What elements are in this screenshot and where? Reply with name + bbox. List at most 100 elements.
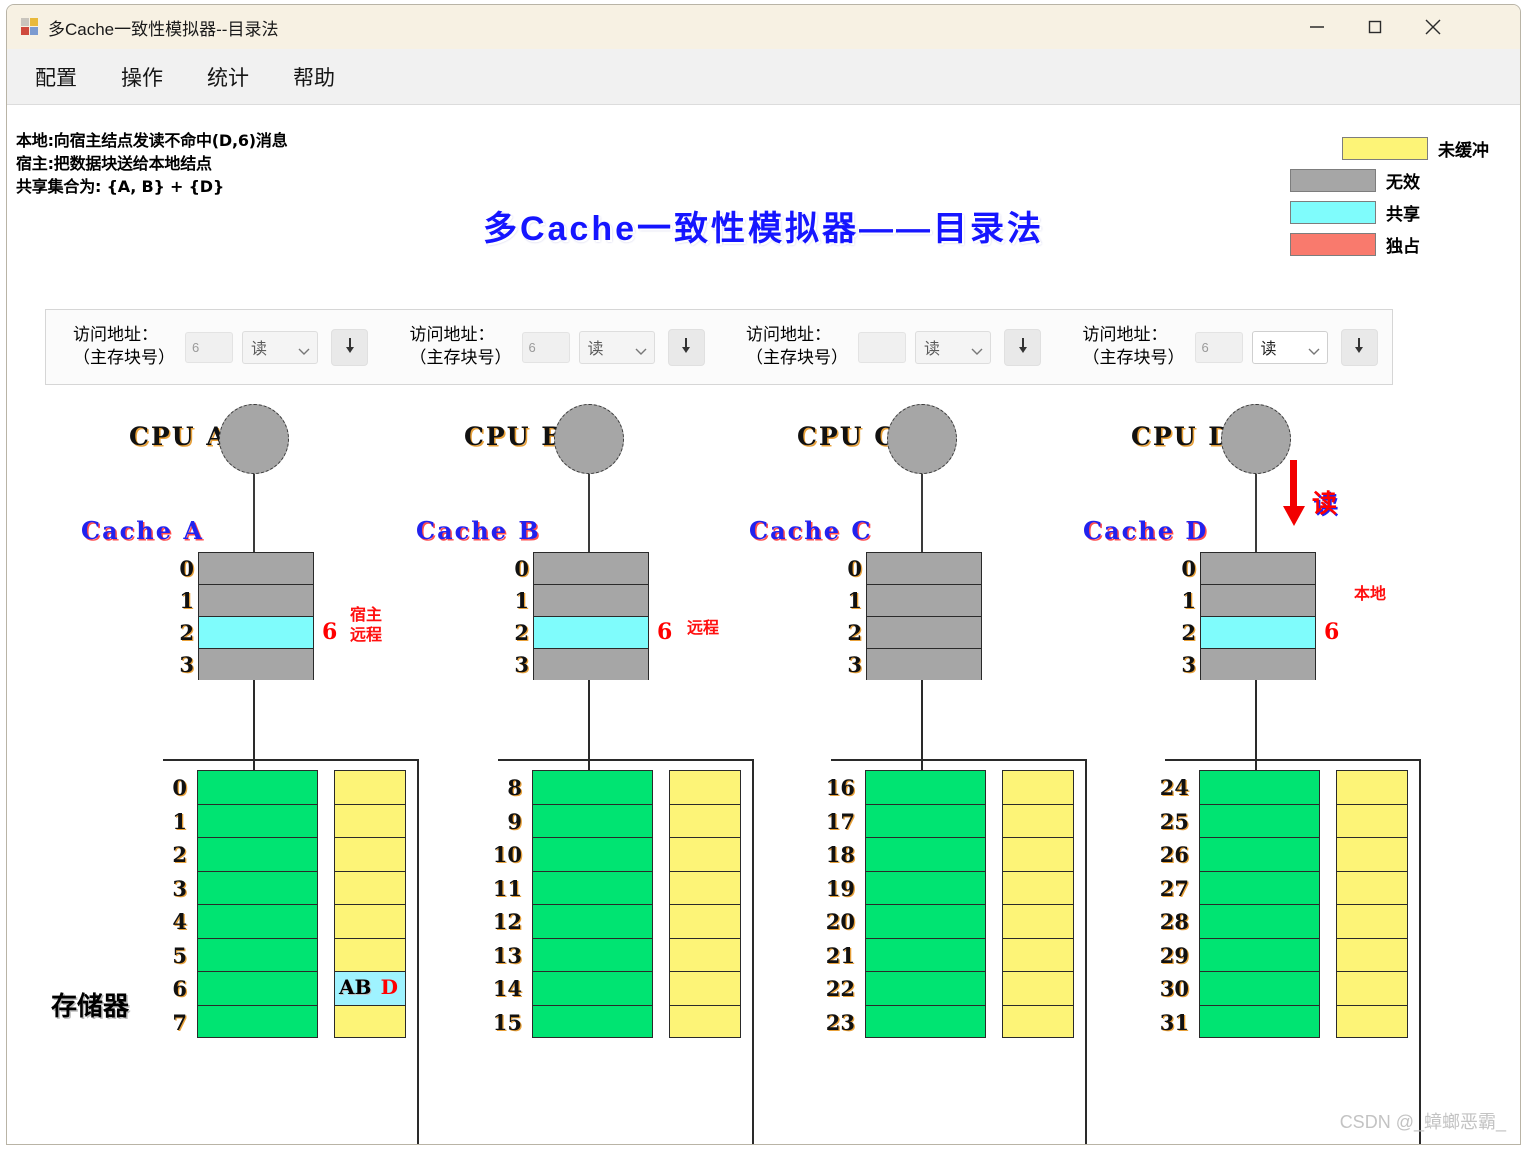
access-input-group-3: 访问地址： （主存块号） 6 读 <box>1056 324 1393 370</box>
directory-sharers: AB <box>339 975 372 999</box>
memory-block <box>865 803 986 837</box>
directory-entry <box>669 1004 741 1038</box>
memory-block-index: 26 <box>1159 842 1189 867</box>
memory-block-index: 24 <box>1159 775 1189 800</box>
memory-block <box>865 904 986 938</box>
memory-block <box>197 1004 318 1038</box>
operation-select-0[interactable]: 读 <box>242 330 318 364</box>
directory-entry <box>1002 837 1074 871</box>
legend-label-uncached: 未缓冲 <box>1438 140 1489 161</box>
cache-line <box>1200 584 1316 616</box>
cpu-cache-link <box>1255 474 1257 552</box>
operation-select-value-1: 读 <box>587 339 604 358</box>
cache-line <box>533 584 649 616</box>
address-input-3[interactable]: 6 <box>1194 331 1243 363</box>
cache-role-note-line: 本地 <box>1354 584 1387 603</box>
memory-block <box>197 904 318 938</box>
access-address-label-0: 访问地址： （主存块号） <box>73 325 175 368</box>
menu-item-operate[interactable]: 操作 <box>113 58 171 96</box>
menu-item-config[interactable]: 配置 <box>27 58 85 96</box>
legend-item-uncached: 未缓冲 <box>1342 132 1490 164</box>
legend-swatch-uncached <box>1342 136 1428 160</box>
memory-block-index: 14 <box>492 976 522 1001</box>
access-address-label-2: 访问地址： （主存块号） <box>746 325 848 368</box>
cache-line <box>1200 616 1316 648</box>
directory-entry <box>334 837 406 871</box>
cache-role-note-line: 宿主 <box>350 605 383 624</box>
cpu-node-icon <box>219 404 289 474</box>
cpu-node-icon <box>554 404 624 474</box>
bus-horizontal <box>831 759 1087 761</box>
memory-block <box>197 870 318 904</box>
menu-item-help[interactable]: 帮助 <box>285 58 343 96</box>
chevron-down-icon <box>635 343 646 355</box>
directory-entry <box>1336 971 1408 1005</box>
memory-block <box>532 870 653 904</box>
execute-button-2[interactable] <box>1004 328 1041 366</box>
operation-select-1[interactable]: 读 <box>578 330 655 364</box>
memory-block-index: 27 <box>1159 875 1189 901</box>
cache-role-note-0: 宿主 远程 <box>350 605 382 645</box>
memory-block-index: 2 <box>172 842 187 867</box>
directory-entry <box>334 770 406 804</box>
page-title: 多Cache一致性模拟器——目录法 <box>482 210 1045 248</box>
memory-block-index: 28 <box>1159 909 1189 934</box>
execute-button-3[interactable] <box>1340 328 1378 366</box>
cache-memory-link <box>253 680 255 770</box>
directory-entry <box>1002 803 1074 837</box>
directory-entry <box>1002 937 1074 971</box>
bus-horizontal <box>498 759 754 761</box>
cache-role-note-3: 本地 <box>1354 584 1386 604</box>
address-input-1[interactable]: 6 <box>521 331 570 363</box>
maximize-button[interactable] <box>1346 5 1404 49</box>
operation-select-2[interactable]: 读 <box>915 330 991 364</box>
directory-column <box>669 770 741 1038</box>
cpu-cache-link <box>588 474 590 552</box>
bus-horizontal <box>163 759 419 761</box>
title-bar: 多Cache一致性模拟器--目录法 <box>7 5 1520 49</box>
directory-entry <box>1336 937 1408 971</box>
cache-line <box>866 552 982 584</box>
minimize-button[interactable] <box>1288 5 1346 49</box>
address-input-0[interactable]: 6 <box>185 331 233 363</box>
directory-entry <box>1002 870 1074 904</box>
cache-line-index: 3 <box>847 652 862 677</box>
cache-line <box>198 648 314 680</box>
cache-line-tag: 6 <box>1324 619 1340 645</box>
cache-line-index: 0 <box>179 556 194 581</box>
directory-entry <box>334 904 406 938</box>
memory-data-column <box>532 770 653 1038</box>
directory-column: AB D <box>334 770 406 1038</box>
cache-line-index: 2 <box>1181 620 1196 645</box>
memory-block <box>1199 770 1320 804</box>
directory-entry <box>669 971 741 1005</box>
directory-entry <box>1336 870 1408 904</box>
close-button[interactable] <box>1404 5 1462 49</box>
address-input-2[interactable] <box>858 331 906 363</box>
memory-block <box>865 1004 986 1038</box>
directory-entry <box>1002 904 1074 938</box>
cache-line-index: 3 <box>179 652 194 677</box>
bus-horizontal <box>1165 759 1421 761</box>
access-input-group-0: 访问地址： （主存块号） 6 读 <box>46 324 383 370</box>
memory-block-index: 3 <box>172 875 187 901</box>
cache-line-index: 1 <box>179 588 194 613</box>
operation-select-value-3: 读 <box>1260 339 1277 358</box>
cache-label-1: Cache B <box>416 516 541 545</box>
memory-block <box>1199 803 1320 837</box>
directory-entry <box>334 1004 406 1038</box>
menu-item-stats[interactable]: 统计 <box>199 58 257 96</box>
memory-block-index: 10 <box>492 842 522 867</box>
directory-column <box>1002 770 1074 1038</box>
directory-entry <box>669 937 741 971</box>
memory-block <box>865 870 986 904</box>
cpu-node-icon <box>1221 404 1291 474</box>
directory-owner: D <box>380 975 398 999</box>
status-line-1: 本地:向宿主结点发读不命中(D,6)消息 <box>16 131 288 150</box>
cache-line <box>866 584 982 616</box>
execute-button-0[interactable] <box>331 328 368 366</box>
execute-button-1[interactable] <box>667 328 705 366</box>
cache-role-note-line: 远程 <box>687 618 720 637</box>
chevron-down-icon <box>298 343 310 355</box>
operation-select-3[interactable]: 读 <box>1251 330 1328 364</box>
